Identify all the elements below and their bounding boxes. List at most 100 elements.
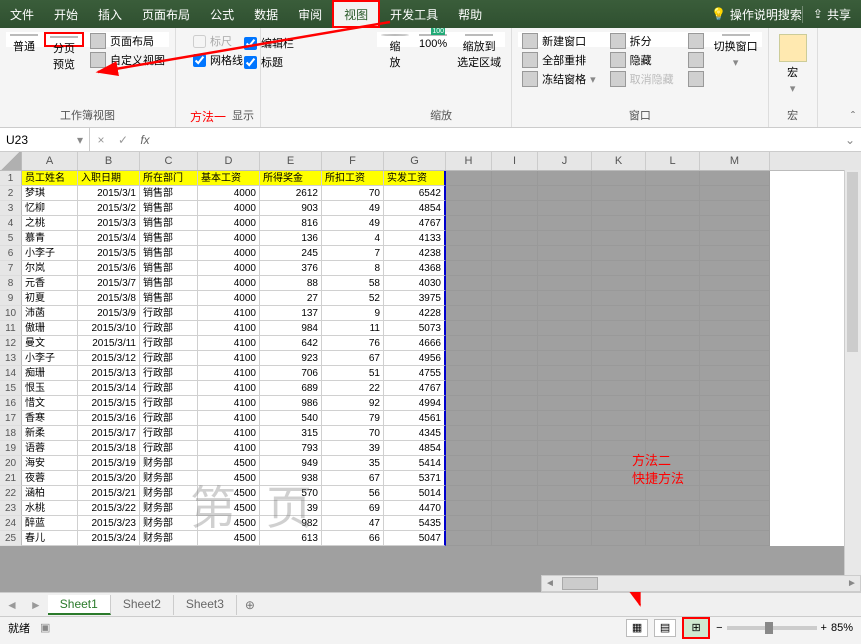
cell[interactable]: 4956 [384,351,446,366]
cell[interactable]: 689 [260,381,322,396]
cell[interactable] [538,276,592,291]
horizontal-scrollbar[interactable]: ◄ ► [541,575,861,592]
share-button[interactable]: ⇪ 共享 [802,6,861,23]
cell[interactable]: 4994 [384,396,446,411]
cell[interactable]: 376 [260,261,322,276]
cell[interactable] [700,261,770,276]
cell[interactable]: 行政部 [140,441,198,456]
cell[interactable] [446,381,492,396]
cell[interactable] [446,396,492,411]
row-header[interactable]: 16 [0,396,22,411]
cell[interactable]: 销售部 [140,261,198,276]
tab-页面布局[interactable]: 页面布局 [132,0,200,28]
select-all-button[interactable] [0,152,22,170]
cell[interactable]: 7 [322,246,384,261]
cell[interactable]: 2015/3/9 [78,306,140,321]
row-header[interactable]: 12 [0,336,22,351]
cell[interactable]: 4000 [198,261,260,276]
cell[interactable] [592,336,646,351]
cell[interactable] [492,231,538,246]
cell[interactable] [492,456,538,471]
cell[interactable] [592,291,646,306]
cell[interactable] [538,351,592,366]
cell[interactable]: 4767 [384,381,446,396]
row-header[interactable]: 25 [0,531,22,546]
cell[interactable]: 销售部 [140,216,198,231]
cell[interactable]: 行政部 [140,366,198,381]
expand-formula-bar[interactable]: ⌄ [839,133,861,147]
cell[interactable] [592,261,646,276]
formula-bar-check[interactable]: 编辑栏 [240,34,298,52]
cell[interactable]: 财务部 [140,516,198,531]
col-K[interactable]: K [592,152,646,170]
winsync-icon[interactable] [684,51,708,69]
cell[interactable] [492,411,538,426]
cell[interactable] [446,291,492,306]
cell[interactable]: 2015/3/15 [78,396,140,411]
col-F[interactable]: F [322,152,384,170]
cell[interactable]: 小李子 [22,246,78,261]
row-header[interactable]: 19 [0,441,22,456]
cell[interactable]: 4100 [198,396,260,411]
cell[interactable]: 570 [260,486,322,501]
cell[interactable]: 49 [322,216,384,231]
cell[interactable] [492,351,538,366]
cancel-formula-button[interactable]: × [90,133,112,147]
row-header[interactable]: 4 [0,216,22,231]
cell[interactable] [446,351,492,366]
cell[interactable]: 2015/3/7 [78,276,140,291]
cell[interactable]: 67 [322,351,384,366]
cell[interactable]: 2015/3/1 [78,186,140,201]
cell[interactable]: 傲珊 [22,321,78,336]
cell[interactable]: 949 [260,456,322,471]
view-pagebreak-button[interactable]: ⊞ [682,617,710,639]
cell[interactable]: 销售部 [140,276,198,291]
cell[interactable] [700,381,770,396]
cell[interactable] [700,291,770,306]
cell[interactable]: 5435 [384,516,446,531]
hscroll-thumb[interactable] [562,577,598,590]
row-header[interactable]: 18 [0,426,22,441]
cell[interactable] [538,471,592,486]
col-A[interactable]: A [22,152,78,170]
cell[interactable] [592,186,646,201]
cell[interactable] [446,456,492,471]
cell[interactable] [538,171,592,186]
cell[interactable] [700,426,770,441]
cell[interactable] [592,516,646,531]
cell[interactable]: 4755 [384,366,446,381]
vscroll-thumb[interactable] [847,172,858,352]
cell[interactable]: 4561 [384,411,446,426]
cell[interactable]: 4000 [198,246,260,261]
cell[interactable] [538,231,592,246]
cell[interactable]: 2015/3/17 [78,426,140,441]
cell[interactable]: 4470 [384,501,446,516]
cell[interactable] [700,441,770,456]
cell[interactable]: 初夏 [22,291,78,306]
new-window-button[interactable]: 新建窗口 [518,32,600,50]
cell[interactable] [592,381,646,396]
cell[interactable]: 4228 [384,306,446,321]
cell[interactable] [492,366,538,381]
cell[interactable]: 27 [260,291,322,306]
cell[interactable]: 6542 [384,186,446,201]
page-layout-button[interactable]: 页面布局 [86,32,169,50]
cell[interactable]: 小李子 [22,351,78,366]
cell[interactable]: 2015/3/6 [78,261,140,276]
cell[interactable] [492,336,538,351]
cell[interactable]: 49 [322,201,384,216]
cell[interactable]: 4100 [198,426,260,441]
col-B[interactable]: B [78,152,140,170]
cell[interactable] [492,516,538,531]
cell[interactable]: 70 [322,186,384,201]
cell[interactable] [446,441,492,456]
freeze-panes-button[interactable]: 冻结窗格 ▾ [518,70,600,88]
cell[interactable]: 2015/3/11 [78,336,140,351]
cell[interactable] [646,231,700,246]
cell[interactable]: 4854 [384,201,446,216]
cell[interactable] [700,396,770,411]
macro-record-icon[interactable]: ▣ [40,621,50,634]
cell[interactable]: 财务部 [140,486,198,501]
cell[interactable]: 之桃 [22,216,78,231]
tab-公式[interactable]: 公式 [200,0,244,28]
